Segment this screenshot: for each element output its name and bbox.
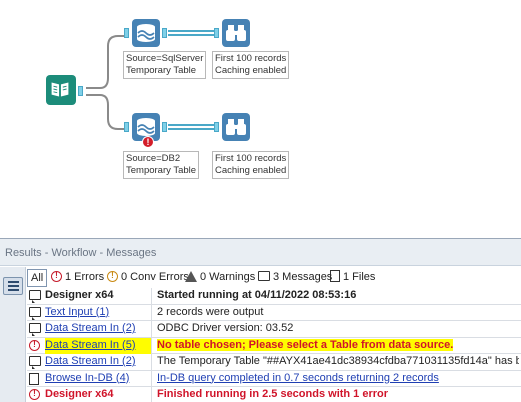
message-tool-link[interactable]: Browse In-DB (4)	[45, 370, 152, 387]
message-icon	[258, 271, 270, 282]
messages-grid: Designer x64 Started running at 04/11/20…	[27, 288, 521, 402]
error-indicator-icon[interactable]: !	[142, 136, 154, 148]
message-row[interactable]: Designer x64 Started running at 04/11/20…	[27, 288, 521, 305]
message-icon	[29, 323, 41, 336]
message-tool-link[interactable]: Data Stream In (5)	[45, 337, 152, 354]
message-tool-link[interactable]: Data Stream In (2)	[45, 354, 152, 370]
annotation-line: Temporary Table	[126, 165, 197, 176]
message-tool: Designer x64	[45, 288, 152, 304]
input-anchor[interactable]	[124, 122, 129, 132]
annotation-line: First 100 records	[215, 53, 287, 64]
book-icon	[51, 82, 69, 97]
annotation-line: Source=DB2	[126, 153, 181, 164]
message-text: ODBC Driver version: 03.52	[157, 322, 294, 334]
warning-icon	[185, 270, 197, 282]
binoculars-icon	[226, 25, 246, 41]
filter-conversion-errors[interactable]: ! 0 Conv Errors	[107, 269, 189, 287]
message-icon	[29, 306, 41, 320]
results-pane-title: Results - Workflow - Messages	[0, 239, 521, 266]
tool-annotation: First 100 records Caching enabled	[212, 151, 290, 179]
message-file-link[interactable]: In-DB query completed in 0.7 seconds ret…	[157, 371, 519, 387]
message-row[interactable]: Text Input (1) 2 records were output	[27, 304, 521, 321]
filter-label: All	[31, 272, 44, 284]
message-text-error: No table chosen; Please select a Table f…	[157, 338, 454, 351]
results-left-rail	[0, 267, 26, 402]
text-input-tool[interactable]	[46, 75, 76, 105]
filter-label: 1 Files	[343, 271, 376, 283]
filter-errors[interactable]: ! 1 Errors	[51, 269, 104, 287]
browse-indb-tool-top[interactable]	[222, 19, 250, 47]
filter-label: 3 Messages	[273, 271, 333, 283]
message-icon	[29, 356, 41, 369]
message-row-error[interactable]: ! Data Stream In (5) No table chosen; Pl…	[27, 337, 521, 354]
conversion-error-icon: !	[107, 270, 118, 282]
filter-files[interactable]: 1 Files	[330, 269, 375, 287]
error-icon: !	[51, 270, 62, 282]
browse-indb-tool-bottom[interactable]	[222, 113, 250, 141]
message-text: 2 records were output	[157, 305, 264, 318]
messages-view-button[interactable]	[3, 277, 23, 295]
tool-annotation: Source=SqlServer Temporary Table	[123, 51, 207, 79]
connections-layer	[86, 30, 214, 130]
filter-warnings[interactable]: 0 Warnings	[185, 269, 255, 287]
input-anchor[interactable]	[214, 28, 219, 38]
results-pane: Results - Workflow - Messages All ! 1 Err…	[0, 238, 521, 402]
input-anchor[interactable]	[124, 28, 129, 38]
workflow-canvas[interactable]: Source=SqlServer Temporary Table First 1…	[0, 0, 521, 236]
connection-line	[86, 94, 124, 130]
annotation-line: First 100 records	[215, 153, 287, 164]
connection-line	[86, 35, 124, 89]
filter-label: 1 Errors	[65, 271, 105, 283]
tool-annotation: Source=DB2 Temporary Table	[123, 151, 200, 179]
message-row[interactable]: Data Stream In (2) ODBC Driver version: …	[27, 321, 521, 338]
message-tool-link[interactable]: Data Stream In (2)	[45, 321, 152, 337]
message-tool-link[interactable]: Text Input (1)	[45, 304, 152, 321]
filter-messages[interactable]: 3 Messages	[258, 269, 332, 287]
message-row-error[interactable]: ! Designer x64 Finished running in 2.5 s…	[27, 387, 521, 402]
message-filter-bar: All ! 1 Errors ! 0 Conv Errors 0 Warnings …	[27, 269, 521, 287]
message-tool: Designer x64	[45, 387, 152, 402]
input-anchor[interactable]	[214, 122, 219, 132]
output-anchor[interactable]	[78, 86, 83, 96]
file-icon	[330, 270, 340, 283]
output-anchor[interactable]	[162, 122, 167, 132]
binoculars-icon	[226, 119, 246, 135]
file-icon	[29, 372, 39, 385]
message-icon	[29, 290, 41, 303]
filter-all[interactable]: All	[27, 269, 48, 287]
filter-label: 0 Conv Errors	[121, 271, 189, 283]
annotation-line: Temporary Table	[126, 65, 197, 76]
tool-annotation: First 100 records Caching enabled	[212, 51, 290, 79]
data-stream-in-tool-top[interactable]	[132, 19, 160, 47]
error-icon: !	[29, 339, 40, 351]
message-text-error: Finished running in 2.5 seconds with 1 e…	[157, 388, 389, 400]
database-stream-icon	[137, 24, 155, 42]
message-row[interactable]: Browse In-DB (4) In-DB query completed i…	[27, 370, 521, 387]
annotation-line: Caching enabled	[215, 65, 287, 76]
filter-label: 0 Warnings	[200, 271, 256, 283]
message-text: Started running at 04/11/2022 08:53:16	[157, 289, 357, 301]
output-anchor[interactable]	[162, 28, 167, 38]
annotation-line: Source=SqlServer	[126, 53, 204, 64]
message-row[interactable]: Data Stream In (2) The Temporary Table "…	[27, 354, 521, 371]
annotation-line: Caching enabled	[215, 165, 287, 176]
error-icon: !	[29, 389, 40, 400]
message-text: The Temporary Table "##AYX41ae41dc38934c…	[157, 355, 519, 367]
